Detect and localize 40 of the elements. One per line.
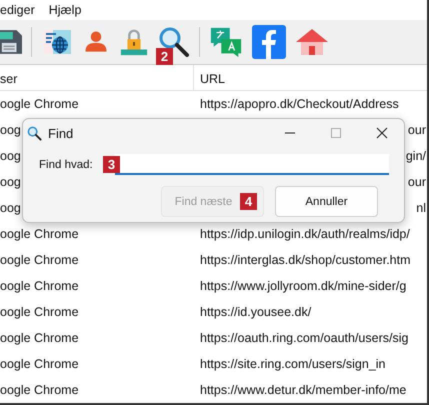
table-cell: oog (0, 201, 21, 215)
table-cell: nl (416, 201, 426, 215)
table-cell: oogle Chrome (0, 279, 79, 293)
field-label: Find hvad: (39, 158, 93, 170)
table-cell: oogle Chrome (0, 331, 79, 345)
search-icon (27, 126, 42, 140)
callout-badge: 2 (156, 48, 173, 65)
menu-item[interactable]: Hjælp (48, 3, 82, 17)
table-cell: https://idp.unilogin.dk/auth/realms/idp/ (200, 227, 410, 241)
translate-icon[interactable] (209, 25, 243, 59)
table-cell: oog (0, 149, 21, 163)
table-cell: oogle Chrome (0, 357, 79, 371)
callout-badge: 4 (240, 193, 257, 210)
table-cell: https://oauth.ring.com/oauth/users/sig (200, 331, 408, 345)
table-cell: our (408, 175, 426, 189)
table-cell: https://id.yousee.dk/ (200, 305, 312, 319)
menu-item[interactable]: ediger (0, 3, 35, 17)
table-cell: https://www.detur.dk/member-info/me (200, 383, 406, 397)
table-cell: https://www.jollyroom.dk/mine-sider/g (200, 279, 406, 293)
table-cell: https://site.ring.com/users/sign_in (200, 357, 386, 371)
table-cell: https://apopro.dk/Checkout/Address (200, 97, 399, 111)
table-cell: oog (0, 175, 21, 189)
table-cell: oogle Chrome (0, 253, 79, 267)
table-cell: our (408, 123, 426, 137)
facebook-icon[interactable] (252, 25, 286, 59)
table-cell: oog (0, 123, 21, 137)
column-header[interactable]: ser (0, 65, 193, 90)
dialog-title: Find (48, 126, 74, 140)
table-cell: oogle Chrome (0, 97, 79, 111)
column-header[interactable]: URL (193, 65, 427, 90)
table-cell: oogle Chrome (0, 383, 79, 397)
table-cell: oogle Chrome (0, 227, 79, 241)
house-icon[interactable] (295, 27, 329, 57)
callout-badge: 3 (103, 156, 120, 173)
table-cell: oogle Chrome (0, 305, 79, 319)
dialog-button[interactable]: Annuller (275, 186, 378, 217)
table-cell: https://interglas.dk/shop/customer.htm (200, 253, 411, 267)
close-icon[interactable] (376, 127, 388, 139)
table-cell: gin/ (406, 149, 426, 163)
input-field[interactable] (114, 154, 389, 175)
